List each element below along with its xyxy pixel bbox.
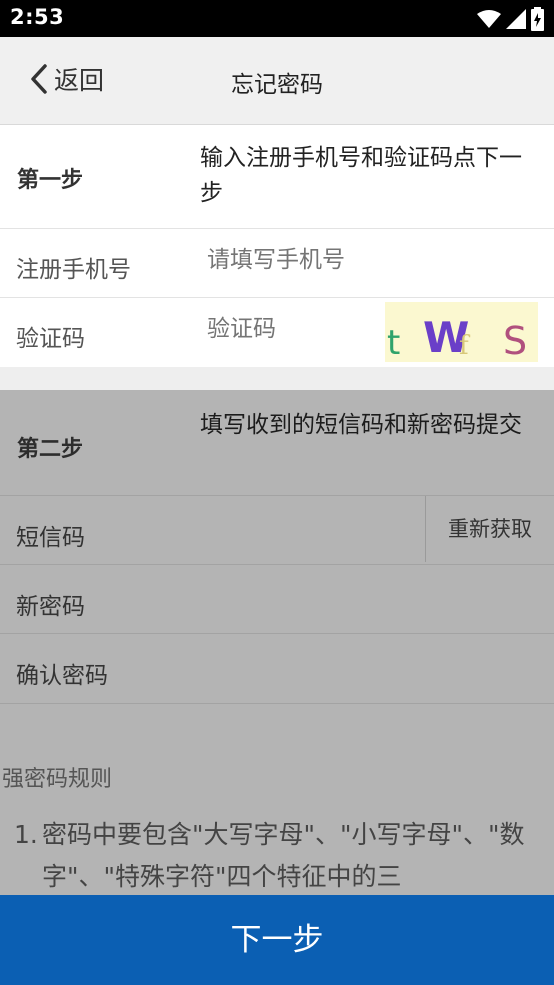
status-icons [477,6,544,32]
new-password-label: 新密码 [16,594,85,620]
page-title: 忘记密码 [231,72,323,98]
status-time: 2:53 [10,5,65,29]
captcha-input[interactable] [207,316,377,342]
sms-row: 短信码 重新获取 [0,496,554,565]
captcha-image[interactable]: t W f S [385,302,538,363]
step2-header: 第二步 填写收到的短信码和新密码提交 [0,390,554,496]
sms-label: 短信码 [16,525,85,551]
wifi-icon [477,10,501,28]
step1-header: 第一步 输入注册手机号和验证码点下一步 [0,125,554,229]
rules-item-text: 密码中要包含"大写字母"、"小写字母"、"数字"、"特殊字符"四个特征中的三 [42,820,525,891]
signal-icon [506,9,526,29]
dim-overlay: 第二步 填写收到的短信码和新密码提交 短信码 重新获取 新密码 确认密码 强密码… [0,390,554,895]
navigation-bar: 返回 忘记密码 [0,37,554,125]
svg-text:S: S [503,319,527,362]
resend-button[interactable]: 重新获取 [425,496,554,562]
battery-icon [531,7,544,31]
new-password-row: 新密码 [0,565,554,634]
phone-row: 注册手机号 [0,229,554,298]
status-bar: 2:53 [0,0,554,37]
step2-description: 填写收到的短信码和新密码提交 [200,412,522,438]
rules-item: 1. 密码中要包含"大写字母"、"小写字母"、"数字"、"特殊字符"四个特征中的… [14,814,534,898]
captcha-label: 验证码 [16,326,85,352]
confirm-password-row: 确认密码 [0,634,554,704]
captcha-glyphs: t W f S [385,302,538,363]
phone-label: 注册手机号 [16,257,131,283]
rules-item-number: 1. [14,820,38,849]
svg-text:t: t [387,323,400,362]
phone-input[interactable] [207,247,527,273]
next-step-button[interactable]: 下一步 [0,895,554,985]
step1-label: 第一步 [17,168,84,193]
step1-description: 输入注册手机号和验证码点下一步 [200,145,522,206]
captcha-row: 验证码 t W f S [0,298,554,367]
rules-title: 强密码规则 [2,767,113,792]
confirm-password-label: 确认密码 [16,663,108,689]
section-divider [0,367,554,390]
step2-label: 第二步 [17,437,84,462]
